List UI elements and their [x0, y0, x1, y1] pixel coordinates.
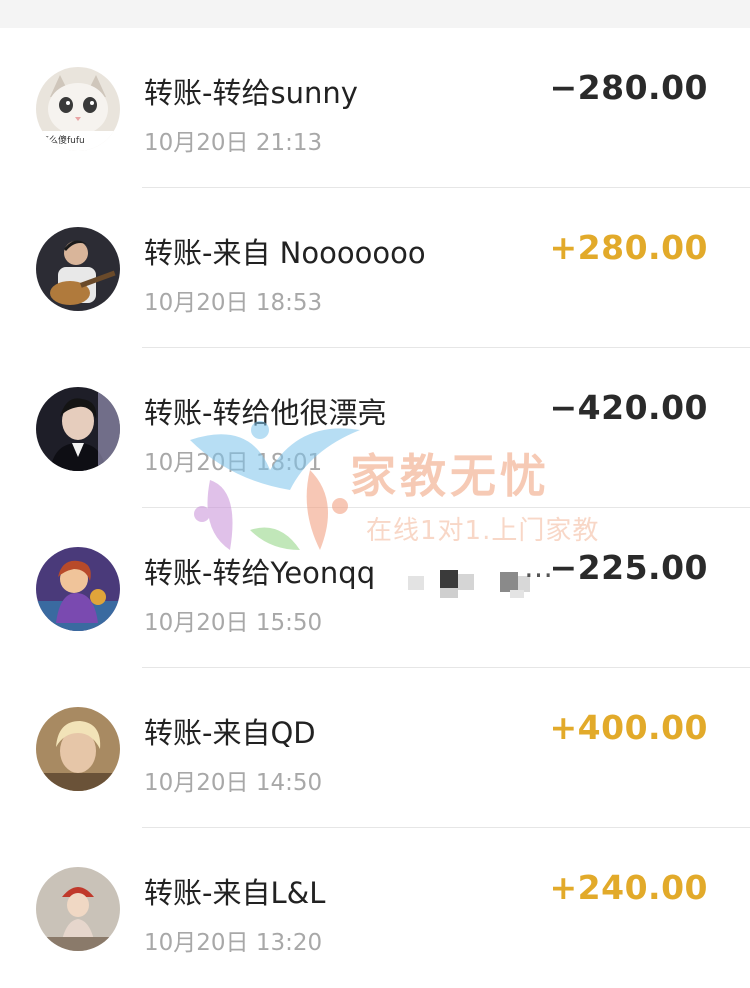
transaction-time: 10月20日 15:50	[144, 610, 323, 636]
transaction-amount: +400.00	[549, 708, 708, 747]
avatar-portrait	[36, 387, 120, 471]
top-gray-bar	[0, 0, 750, 28]
transaction-amount: +240.00	[549, 868, 708, 907]
transaction-title-text: 转账-转给Yeonqq	[144, 556, 376, 590]
transaction-row[interactable]: 转账-转给Yeonqq … 10月20日 15:50 −225.00	[0, 508, 750, 668]
transaction-time: 10月20日 14:50	[144, 770, 323, 796]
avatar-cat: 怎么傻fufu	[36, 67, 120, 151]
transaction-list: 怎么傻fufu 转账-转给sunny 10月20日 21:13 −280.00 …	[0, 28, 750, 988]
transaction-amount: −280.00	[549, 68, 708, 107]
transaction-title: 转账-来自 Nooooooo	[144, 236, 426, 270]
transaction-title: 转账-来自QD	[144, 716, 316, 750]
transaction-title: 转账-来自L&L	[144, 876, 326, 910]
transaction-time: 10月20日 18:53	[144, 290, 323, 316]
avatar-caption: 怎么傻fufu	[40, 134, 85, 146]
avatar-blond	[36, 707, 120, 791]
transaction-title: 转账-转给他很漂亮	[144, 396, 387, 430]
avatar-cartoon	[36, 547, 120, 631]
avatar-guitarist	[36, 227, 120, 311]
transaction-row[interactable]: 转账-来自 Nooooooo 10月20日 18:53 +280.00	[0, 188, 750, 348]
avatar-red-hat	[36, 867, 120, 951]
transaction-row[interactable]: 怎么傻fufu 转账-转给sunny 10月20日 21:13 −280.00	[0, 28, 750, 188]
transaction-time: 10月20日 13:20	[144, 930, 323, 956]
transaction-time: 10月20日 21:13	[144, 130, 323, 156]
transaction-row[interactable]: 转账-转给他很漂亮 10月20日 18:01 −420.00	[0, 348, 750, 508]
transaction-title: 转账-转给sunny	[144, 76, 358, 110]
transaction-amount: +280.00	[549, 228, 708, 267]
transaction-amount: −225.00	[549, 548, 708, 587]
transaction-time: 10月20日 18:01	[144, 450, 323, 476]
transaction-row[interactable]: 转账-来自L&L 10月20日 13:20 +240.00	[0, 828, 750, 988]
blurred-name-mosaic	[408, 570, 530, 598]
transaction-amount: −420.00	[549, 388, 708, 427]
transaction-title: 转账-转给Yeonqq	[144, 550, 375, 592]
transaction-row[interactable]: 转账-来自QD 10月20日 14:50 +400.00	[0, 668, 750, 828]
